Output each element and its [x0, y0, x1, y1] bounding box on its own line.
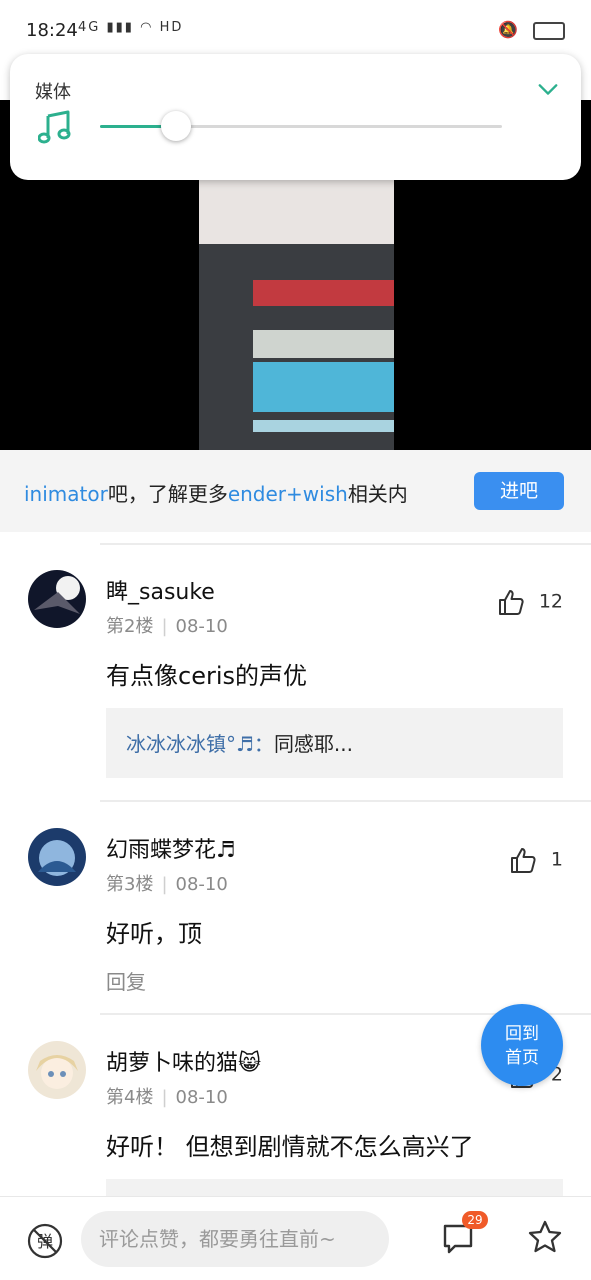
comment-item: 幻雨蝶梦花♬ 第3楼 | 08-10 1 好听，顶 回复: [0, 802, 591, 1014]
comment-text: 有点像ceris的声优: [106, 662, 307, 690]
wifi-icon: ◠: [140, 20, 154, 35]
banner-text-mid: 吧，了解更多: [107, 482, 228, 506]
video-frame-track-lightblue: [253, 420, 394, 432]
screen: 18:24 4G ▮▮▮ ◠ HD 🔕 媒体 inimator吧，了解更多end…: [0, 0, 591, 1280]
volume-slider[interactable]: [100, 111, 502, 141]
fab-line2: 首页: [505, 1048, 539, 1068]
comment-author[interactable]: 胡萝卜味的猫😸: [106, 1045, 261, 1077]
comment-date: 08-10: [175, 616, 228, 637]
video-frame-track-red: [253, 280, 394, 306]
comment-meta: 第4楼 | 08-10: [106, 1087, 228, 1108]
comment-floor: 第2楼: [106, 616, 154, 637]
like-count: 12: [538, 590, 563, 613]
chevron-down-icon[interactable]: [537, 78, 559, 100]
media-label: 媒体: [35, 82, 71, 103]
comment-floor: 第3楼: [106, 874, 154, 895]
comment-text: 好听！ 但想到剧情就不怎么高兴了: [106, 1133, 474, 1161]
bottom-bar: 弹 评论点赞，都要勇往直前~ 29: [0, 1196, 591, 1280]
comment-meta: 第2楼 | 08-10: [106, 616, 228, 637]
video-frame-track-blue: [253, 362, 394, 412]
comment-item: 睥_sasuke 第2楼 | 08-10 12 有点像ceris的声优 冰冰冰冰镇°…: [0, 544, 591, 800]
music-note-icon: [38, 110, 71, 144]
forum-promo-banner: inimator吧，了解更多ender+wish相关内 进吧: [0, 450, 591, 532]
signal-bars-icon: ▮▮▮: [106, 20, 134, 35]
status-bar: 18:24 4G ▮▮▮ ◠ HD 🔕: [0, 0, 591, 60]
network-status-icons: 4G ▮▮▮ ◠ HD: [78, 20, 183, 35]
avatar[interactable]: [28, 1041, 86, 1099]
enter-forum-button[interactable]: 进吧: [474, 472, 564, 510]
bell-muted-icon: 🔕: [497, 20, 518, 39]
comment-date: 08-10: [175, 1087, 228, 1108]
reply-author[interactable]: 冰冰冰冰镇°♬：: [126, 732, 274, 756]
comment-meta: 第3楼 | 08-10: [106, 874, 228, 895]
fab-line1: 回到: [505, 1024, 539, 1044]
reply-button[interactable]: 回复: [106, 966, 146, 995]
avatar[interactable]: [28, 570, 86, 628]
comment-count-badge: 29: [462, 1211, 488, 1229]
back-to-home-button[interactable]: 回到 首页: [481, 1004, 563, 1086]
reply-preview-text: 冰冰冰冰镇°♬：同感耶...: [126, 728, 353, 757]
signal-4g-label: 4G: [78, 20, 101, 35]
comment-author[interactable]: 幻雨蝶梦花♬: [106, 832, 236, 864]
danmu-off-icon[interactable]: 弹: [27, 1223, 63, 1259]
banner-text: inimator吧，了解更多ender+wish相关内: [24, 478, 444, 507]
comment-date: 08-10: [175, 874, 228, 895]
status-right-icons: 🔕: [498, 20, 565, 40]
comment-text: 好听，顶: [106, 920, 202, 948]
reply-body: 同感耶...: [273, 732, 354, 756]
video-frame: [199, 180, 394, 450]
like-button[interactable]: 1: [509, 846, 563, 874]
like-count: 1: [550, 848, 563, 871]
star-icon[interactable]: [527, 1219, 563, 1255]
reply-preview[interactable]: 冰冰冰冰镇°♬：同感耶...: [106, 708, 563, 778]
thumbs-up-icon: [498, 590, 524, 615]
comment-floor: 第4楼: [106, 1087, 154, 1108]
banner-link-keyword[interactable]: ender+wish: [228, 482, 348, 506]
banner-text-end: 相关内: [347, 482, 408, 506]
battery-icon: [533, 21, 565, 40]
video-frame-track-gray: [253, 330, 394, 358]
status-time: 18:24: [26, 20, 78, 41]
avatar[interactable]: [28, 828, 86, 886]
banner-link-animator[interactable]: inimator: [24, 482, 108, 506]
reply-preview[interactable]: [106, 1179, 563, 1196]
thumbs-up-icon: [510, 848, 536, 873]
comment-author[interactable]: 睥_sasuke: [106, 574, 215, 606]
media-volume-popup: 媒体: [10, 54, 581, 180]
hd-label: HD: [159, 20, 184, 35]
video-frame-top: [199, 180, 394, 244]
comment-input[interactable]: 评论点赞，都要勇往直前~: [81, 1211, 389, 1267]
like-button[interactable]: 12: [497, 588, 563, 616]
volume-slider-thumb[interactable]: [161, 111, 192, 141]
